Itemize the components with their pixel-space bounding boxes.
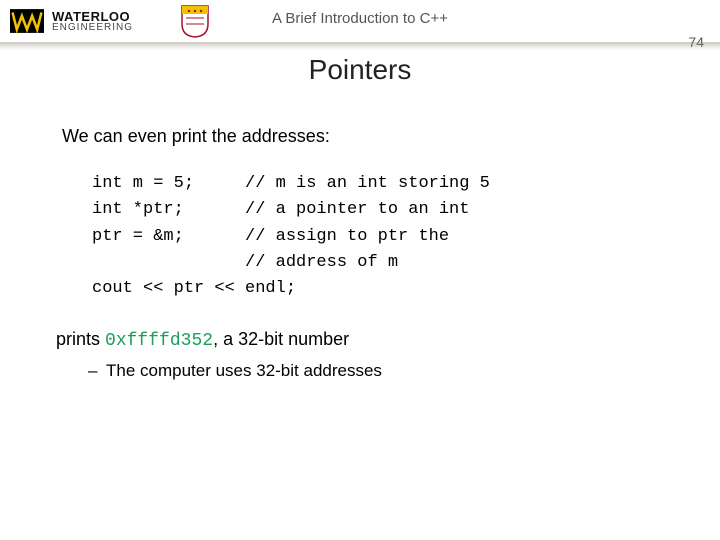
bullet-text: The computer uses 32-bit addresses <box>106 361 382 380</box>
code-block: int m = 5; // m is an int storing 5 int … <box>92 171 680 303</box>
result-line: prints 0xffffd352, a 32-bit number <box>56 329 680 351</box>
result-prefix: prints <box>56 329 105 349</box>
course-title: A Brief Introduction to C++ <box>0 10 720 27</box>
result-suffix: , a 32-bit number <box>213 329 349 349</box>
bullet-line: –The computer uses 32-bit addresses <box>88 361 680 381</box>
lead-text: We can even print the addresses: <box>62 126 680 147</box>
slide-header: WATERLOO ENGINEERING A Brief Introductio… <box>0 0 720 42</box>
slide-title: Pointers <box>0 54 720 86</box>
result-hex: 0xffffd352 <box>105 331 213 351</box>
slide-body: We can even print the addresses: int m =… <box>62 126 680 381</box>
bullet-dash: – <box>88 361 106 381</box>
banner-strip <box>0 42 720 50</box>
